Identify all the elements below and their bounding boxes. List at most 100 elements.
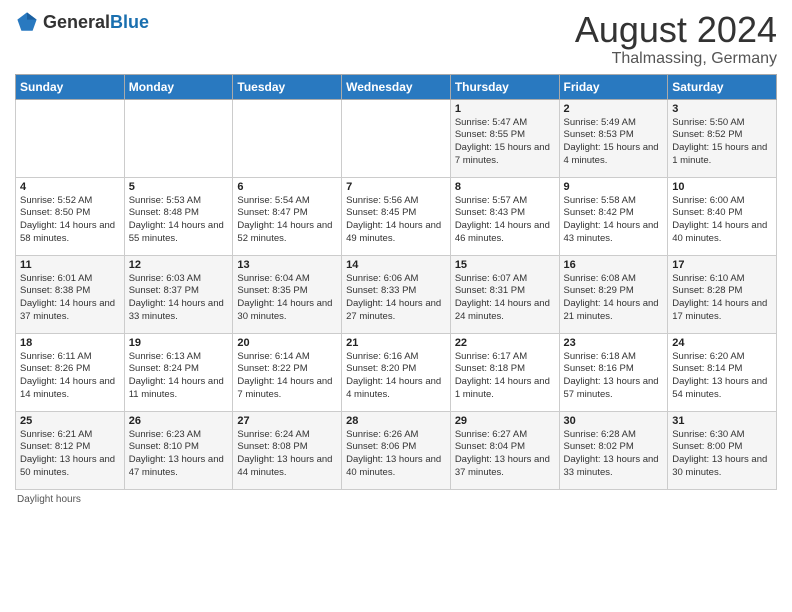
day-info: Sunrise: 6:24 AM Sunset: 8:08 PM Dayligh… [237,429,337,480]
day-number: 24 [672,337,772,349]
calendar-cell: 21Sunrise: 6:16 AM Sunset: 8:20 PM Dayli… [342,333,451,411]
calendar-cell: 18Sunrise: 6:11 AM Sunset: 8:26 PM Dayli… [16,333,125,411]
calendar-cell: 24 Sunrise: 6:20 AM Sunset: 8:14 PM Dayli… [668,333,777,411]
calendar-cell: 25Sunrise: 6:21 AM Sunset: 8:12 PM Dayli… [16,411,125,489]
day-number: 15 [455,259,555,271]
calendar-cell: 15 Sunrise: 6:07 AM Sunset: 8:31 PM Dayli… [450,255,559,333]
day-number: 6 [237,181,337,193]
day-info: Sunrise: 5:57 AM Sunset: 8:43 PM Dayligh… [455,195,555,246]
day-number: 26 [129,415,229,427]
day-info: Sunrise: 6:28 AM Sunset: 8:02 PM Dayligh… [564,429,664,480]
day-number: 9 [564,181,664,193]
calendar-cell: 16 Sunrise: 6:08 AM Sunset: 8:29 PM Dayli… [559,255,668,333]
calendar-cell: 23 Sunrise: 6:18 AM Sunset: 8:16 PM Dayli… [559,333,668,411]
day-number: 20 [237,337,337,349]
day-info: Sunrise: 6:17 AM Sunset: 8:18 PM Dayligh… [455,351,555,402]
calendar-cell: 6 Sunrise: 5:54 AM Sunset: 8:47 PM Daylig… [233,177,342,255]
day-number: 25 [20,415,120,427]
day-number: 12 [129,259,229,271]
day-number: 17 [672,259,772,271]
location-title: Thalmassing, Germany [575,50,777,68]
day-number: 8 [455,181,555,193]
day-info: Sunrise: 6:00 AM Sunset: 8:40 PM Dayligh… [672,195,772,246]
day-info: Sunrise: 6:01 AM Sunset: 8:38 PM Dayligh… [20,273,120,324]
day-info: Sunrise: 5:54 AM Sunset: 8:47 PM Dayligh… [237,195,337,246]
day-number: 10 [672,181,772,193]
day-info: Sunrise: 6:26 AM Sunset: 8:06 PM Dayligh… [346,429,446,480]
day-info: Sunrise: 5:47 AM Sunset: 8:55 PM Dayligh… [455,117,555,168]
day-info: Sunrise: 5:58 AM Sunset: 8:42 PM Dayligh… [564,195,664,246]
logo: GeneralBlue [15,10,149,34]
day-info: Sunrise: 6:16 AM Sunset: 8:20 PM Dayligh… [346,351,446,402]
day-info: Sunrise: 5:56 AM Sunset: 8:45 PM Dayligh… [346,195,446,246]
day-number: 30 [564,415,664,427]
calendar-cell [233,99,342,177]
calendar-table: SundayMondayTuesdayWednesdayThursdayFrid… [15,74,777,490]
day-info: Sunrise: 5:52 AM Sunset: 8:50 PM Dayligh… [20,195,120,246]
day-number: 23 [564,337,664,349]
logo-icon [15,10,39,34]
calendar-cell: 1Sunrise: 5:47 AM Sunset: 8:55 PM Daylig… [450,99,559,177]
day-info: Sunrise: 6:20 AM Sunset: 8:14 PM Dayligh… [672,351,772,402]
logo-blue: Blue [110,12,149,32]
calendar-cell: 30 Sunrise: 6:28 AM Sunset: 8:02 PM Dayli… [559,411,668,489]
calendar-cell: 31 Sunrise: 6:30 AM Sunset: 8:00 PM Dayli… [668,411,777,489]
day-info: Sunrise: 6:06 AM Sunset: 8:33 PM Dayligh… [346,273,446,324]
calendar-cell [124,99,233,177]
day-number: 28 [346,415,446,427]
month-title: August 2024 [575,10,777,50]
calendar-cell [342,99,451,177]
calendar-week-3: 18Sunrise: 6:11 AM Sunset: 8:26 PM Dayli… [16,333,777,411]
day-info: Sunrise: 6:23 AM Sunset: 8:10 PM Dayligh… [129,429,229,480]
calendar-cell: 4 Sunrise: 5:52 AM Sunset: 8:50 PM Daylig… [16,177,125,255]
day-info: Sunrise: 6:13 AM Sunset: 8:24 PM Dayligh… [129,351,229,402]
day-info: Sunrise: 6:08 AM Sunset: 8:29 PM Dayligh… [564,273,664,324]
day-info: Sunrise: 6:30 AM Sunset: 8:00 PM Dayligh… [672,429,772,480]
calendar-cell: 17 Sunrise: 6:10 AM Sunset: 8:28 PM Dayli… [668,255,777,333]
day-header-monday: Monday [124,74,233,99]
day-info: Sunrise: 6:27 AM Sunset: 8:04 PM Dayligh… [455,429,555,480]
calendar-cell [16,99,125,177]
calendar-cell: 26 Sunrise: 6:23 AM Sunset: 8:10 PM Dayli… [124,411,233,489]
calendar-cell: 3 Sunrise: 5:50 AM Sunset: 8:52 PM Daylig… [668,99,777,177]
calendar-cell: 5Sunrise: 5:53 AM Sunset: 8:48 PM Daylig… [124,177,233,255]
calendar-cell: 20Sunrise: 6:14 AM Sunset: 8:22 PM Dayli… [233,333,342,411]
calendar-cell: 12 Sunrise: 6:03 AM Sunset: 8:37 PM Dayli… [124,255,233,333]
day-info: Sunrise: 6:10 AM Sunset: 8:28 PM Dayligh… [672,273,772,324]
calendar-header-row: SundayMondayTuesdayWednesdayThursdayFrid… [16,74,777,99]
day-info: Sunrise: 6:18 AM Sunset: 8:16 PM Dayligh… [564,351,664,402]
day-number: 22 [455,337,555,349]
calendar-week-4: 25Sunrise: 6:21 AM Sunset: 8:12 PM Dayli… [16,411,777,489]
day-number: 31 [672,415,772,427]
calendar-cell: 29Sunrise: 6:27 AM Sunset: 8:04 PM Dayli… [450,411,559,489]
day-number: 13 [237,259,337,271]
day-number: 11 [20,259,120,271]
day-number: 4 [20,181,120,193]
day-info: Sunrise: 5:49 AM Sunset: 8:53 PM Dayligh… [564,117,664,168]
logo-general: General [43,12,110,32]
day-info: Sunrise: 5:50 AM Sunset: 8:52 PM Dayligh… [672,117,772,168]
day-number: 3 [672,103,772,115]
calendar-cell: 9 Sunrise: 5:58 AM Sunset: 8:42 PM Daylig… [559,177,668,255]
day-header-tuesday: Tuesday [233,74,342,99]
footer-note: Daylight hours [15,494,777,505]
day-number: 16 [564,259,664,271]
calendar-cell: 28 Sunrise: 6:26 AM Sunset: 8:06 PM Dayli… [342,411,451,489]
day-info: Sunrise: 6:03 AM Sunset: 8:37 PM Dayligh… [129,273,229,324]
calendar-cell: 14Sunrise: 6:06 AM Sunset: 8:33 PM Dayli… [342,255,451,333]
day-header-sunday: Sunday [16,74,125,99]
day-number: 19 [129,337,229,349]
day-info: Sunrise: 6:04 AM Sunset: 8:35 PM Dayligh… [237,273,337,324]
title-block: August 2024 Thalmassing, Germany [575,10,777,68]
calendar-week-0: 1Sunrise: 5:47 AM Sunset: 8:55 PM Daylig… [16,99,777,177]
calendar-week-2: 11 Sunrise: 6:01 AM Sunset: 8:38 PM Dayli… [16,255,777,333]
day-header-thursday: Thursday [450,74,559,99]
day-number: 2 [564,103,664,115]
calendar-cell: 8 Sunrise: 5:57 AM Sunset: 8:43 PM Daylig… [450,177,559,255]
logo-text: GeneralBlue [43,12,149,33]
calendar-cell: 11 Sunrise: 6:01 AM Sunset: 8:38 PM Dayli… [16,255,125,333]
calendar-cell: 7 Sunrise: 5:56 AM Sunset: 8:45 PM Daylig… [342,177,451,255]
day-info: Sunrise: 6:07 AM Sunset: 8:31 PM Dayligh… [455,273,555,324]
day-number: 7 [346,181,446,193]
calendar-cell: 13 Sunrise: 6:04 AM Sunset: 8:35 PM Dayli… [233,255,342,333]
